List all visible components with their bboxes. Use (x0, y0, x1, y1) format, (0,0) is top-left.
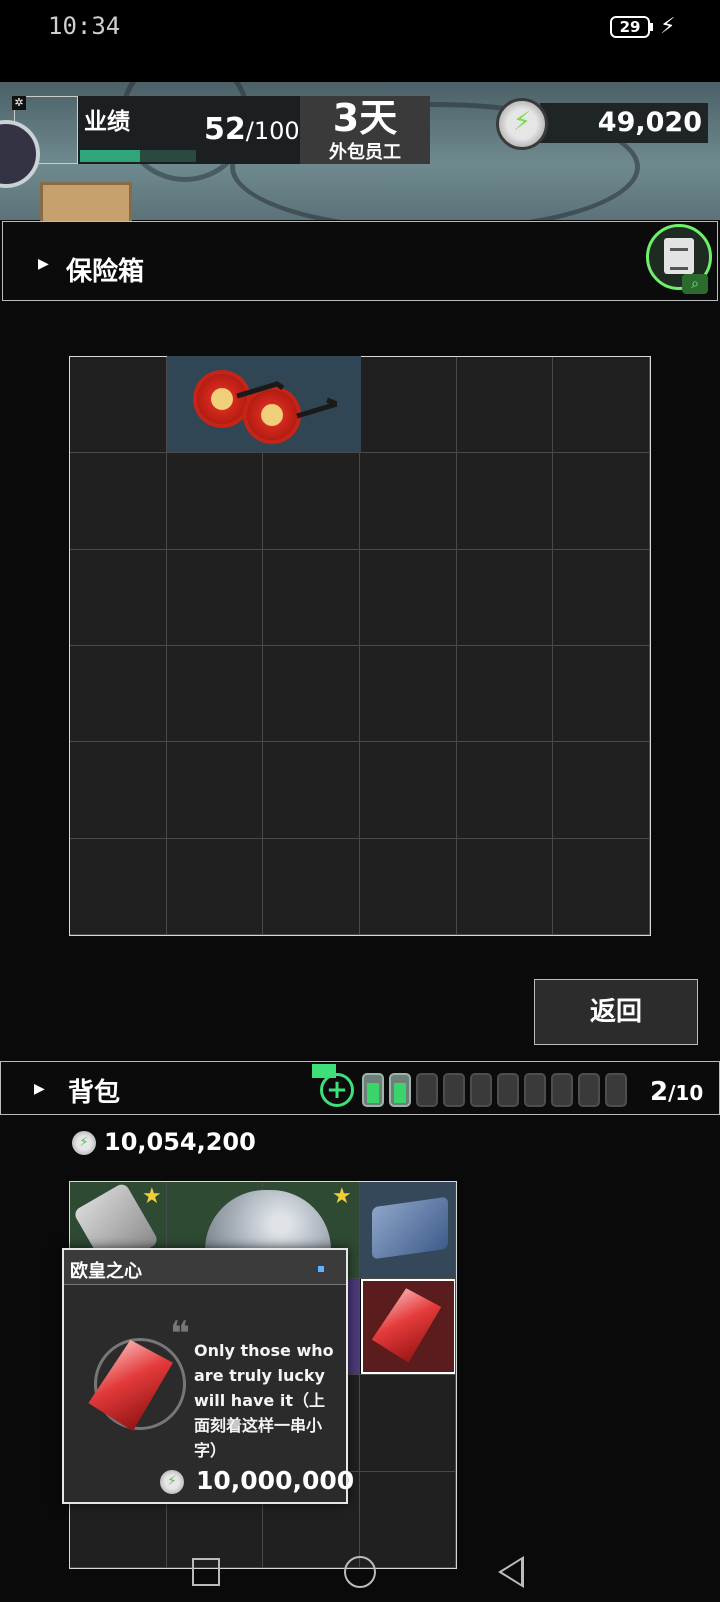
safe-slot[interactable] (359, 453, 457, 550)
safe-slot[interactable] (70, 453, 167, 550)
safe-slot[interactable] (70, 549, 167, 646)
add-capacity-button[interactable]: + (320, 1073, 354, 1107)
bag-slot[interactable] (359, 1471, 456, 1568)
notice-card[interactable] (40, 182, 132, 226)
performance-label: 业绩 (84, 109, 130, 135)
safe-slot[interactable] (456, 357, 554, 454)
safe-slot[interactable] (166, 549, 264, 646)
glasses-arm-icon (236, 381, 337, 419)
safe-slot[interactable] (70, 646, 167, 743)
performance-current: 52 (204, 112, 246, 147)
safe-slot[interactable] (263, 646, 360, 743)
safe-slot[interactable] (553, 453, 650, 550)
gear-icon[interactable]: ✲ (12, 96, 26, 110)
safe-slot[interactable] (553, 838, 650, 935)
backpack-count-max: /10 (668, 1081, 704, 1105)
safe-slot[interactable] (553, 549, 650, 646)
safe-slot[interactable] (359, 646, 457, 743)
lightning-coin-icon: ⚡ (72, 1131, 96, 1155)
lightning-coin-icon: ⚡ (160, 1470, 184, 1494)
days-count: 3天 (332, 96, 398, 140)
lightning-coin-icon: ⚡ (496, 98, 548, 150)
expand-arrow-icon: ▶ (38, 256, 49, 272)
search-icon: ⌕ (682, 274, 708, 294)
status-time: 10:34 (48, 12, 121, 40)
performance-value: 52/100 (204, 112, 300, 147)
star-icon: ★ (332, 1184, 352, 1209)
return-button[interactable]: 返回 (534, 979, 698, 1045)
charging-icon: ⚡ (660, 14, 676, 39)
back-icon-inner (502, 1560, 521, 1584)
rarity-dot (318, 1266, 324, 1272)
star-icon: ★ (142, 1184, 162, 1209)
clipboard-lines (670, 248, 688, 270)
performance-max: /100 (245, 117, 300, 145)
safe-slot[interactable] (553, 742, 650, 839)
safe-slot[interactable] (456, 838, 554, 935)
safe-slot[interactable] (70, 838, 167, 935)
battery-tip (650, 23, 653, 31)
battery-icon (524, 1073, 546, 1107)
tooltip-price: 10,000,000 (196, 1466, 355, 1495)
safe-slot[interactable] (359, 838, 457, 935)
safe-slot[interactable] (359, 549, 457, 646)
battery-icon: 29 (610, 16, 650, 38)
battery-icon (551, 1073, 573, 1107)
quote-mark-icon: ❝ (170, 1314, 190, 1354)
safe-slot[interactable] (456, 453, 554, 550)
safe-title: 保险箱 (66, 257, 145, 287)
coin-balance: 49,020 (597, 107, 702, 138)
safe-slot[interactable] (70, 742, 167, 839)
safe-slot[interactable] (456, 646, 554, 743)
square-icon[interactable] (192, 1558, 220, 1586)
safe-slot[interactable] (553, 357, 650, 454)
safe-item-sun-glasses[interactable] (167, 356, 361, 452)
safe-slot[interactable] (456, 549, 554, 646)
circle-icon[interactable] (344, 1556, 376, 1588)
safe-slot[interactable] (166, 742, 264, 839)
backpack-count: 2/10 (650, 1077, 703, 1107)
safe-slot[interactable] (263, 549, 360, 646)
battery-icon (497, 1073, 519, 1107)
safe-slot[interactable] (263, 742, 360, 839)
battery-icon (389, 1073, 411, 1107)
tooltip-description: Only those who are truly lucky will have… (194, 1341, 334, 1460)
safe-slot[interactable] (263, 453, 360, 550)
safe-slot[interactable] (553, 646, 650, 743)
safe-slot[interactable] (456, 742, 554, 839)
money-balance: 10,054,200 (104, 1128, 256, 1156)
battery-icon (443, 1073, 465, 1107)
backpack-count-current: 2 (650, 1077, 669, 1107)
safe-slot[interactable] (70, 357, 167, 454)
safe-slot[interactable] (166, 838, 264, 935)
tooltip-title: 欧皇之心 (70, 1261, 142, 1282)
safe-slot[interactable] (359, 742, 457, 839)
safe-slot[interactable] (263, 838, 360, 935)
battery-icon (578, 1073, 600, 1107)
battery-icon (470, 1073, 492, 1107)
battery-icon (416, 1073, 438, 1107)
battery-icon (362, 1073, 384, 1107)
safe-slot[interactable] (166, 646, 264, 743)
days-label: 外包员工 (329, 142, 401, 163)
bag-slot[interactable] (359, 1375, 456, 1472)
battery-icon (605, 1073, 627, 1107)
backpack-title: 背包 (68, 1078, 121, 1108)
device-icon (372, 1196, 448, 1260)
safe-slot[interactable] (359, 357, 457, 454)
expand-arrow-icon: ▶ (34, 1081, 45, 1097)
safe-slot[interactable] (166, 453, 264, 550)
performance-bar-fill (80, 150, 141, 162)
